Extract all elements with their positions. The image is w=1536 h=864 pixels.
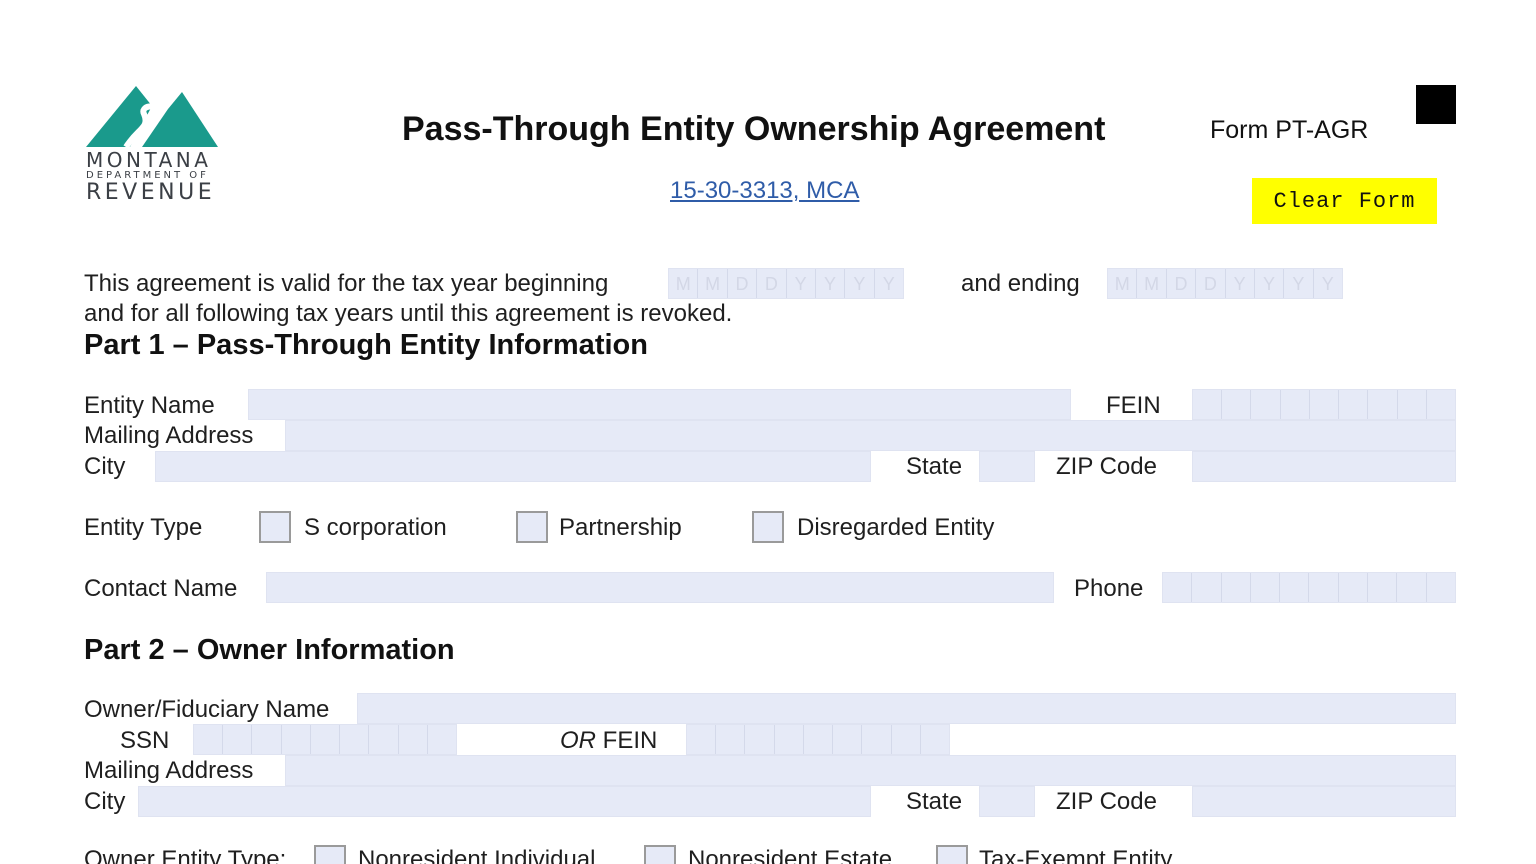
owner-mailing-address-input[interactable] [285, 755, 1456, 786]
and-ending-label: and ending [961, 270, 1080, 297]
owner-fein-text: FEIN [602, 727, 658, 754]
owner-city-input[interactable] [138, 786, 871, 817]
part2-heading: Part 2 – Owner Information [84, 634, 455, 666]
mountain-logo-icon [86, 86, 218, 149]
validity-text-line2: and for all following tax years until th… [84, 300, 733, 327]
tax-year-begin-date-field[interactable]: MMDDYYYY [668, 268, 904, 299]
phone-label: Phone [1074, 575, 1144, 602]
contact-name-input[interactable] [266, 572, 1054, 603]
partnership-label: Partnership [559, 514, 682, 541]
entity-city-label: City [84, 453, 126, 480]
phone-input[interactable] [1162, 572, 1456, 603]
tax-exempt-entity-label: Tax-Exempt Entity [979, 846, 1173, 864]
entity-city-input[interactable] [155, 451, 871, 482]
s-corporation-checkbox[interactable] [259, 511, 291, 543]
entity-state-label: State [906, 453, 963, 480]
partnership-checkbox[interactable] [516, 511, 548, 543]
montana-dor-logo: MONTANA DEPARTMENT OF REVENUE [84, 84, 224, 208]
owner-zip-label: ZIP Code [1056, 788, 1157, 815]
part1-heading: Part 1 – Pass-Through Entity Information [84, 329, 648, 361]
entity-name-label: Entity Name [84, 392, 215, 419]
entity-zip-input[interactable] [1192, 451, 1456, 482]
tax-exempt-entity-checkbox[interactable] [936, 845, 968, 864]
disregarded-entity-label: Disregarded Entity [797, 514, 995, 541]
owner-city-label: City [84, 788, 126, 815]
owner-state-label: State [906, 788, 963, 815]
owner-zip-input[interactable] [1192, 786, 1456, 817]
owner-entity-type-label: Owner Entity Type: [84, 846, 287, 864]
disregarded-entity-checkbox[interactable] [752, 511, 784, 543]
entity-fein-label: FEIN [1106, 392, 1161, 419]
corner-marker [1416, 85, 1456, 124]
owner-mailing-address-label: Mailing Address [84, 757, 254, 784]
clear-form-button[interactable]: Clear Form [1252, 178, 1437, 224]
entity-zip-label: ZIP Code [1056, 453, 1157, 480]
owner-name-input[interactable] [357, 693, 1456, 724]
entity-fein-input[interactable] [1192, 389, 1456, 420]
tax-year-end-date-field[interactable]: MMDDYYYY [1107, 268, 1343, 299]
logo-line-montana: MONTANA [86, 148, 212, 172]
statute-link[interactable]: 15-30-3313, MCA [670, 177, 859, 205]
owner-name-label: Owner/Fiduciary Name [84, 696, 330, 723]
contact-name-label: Contact Name [84, 575, 238, 602]
nonresident-estate-label: Nonresident Estate [688, 846, 893, 864]
entity-mailing-address-input[interactable] [285, 420, 1456, 451]
form-id: Form PT-AGR [1210, 116, 1369, 144]
ssn-label: SSN [120, 727, 170, 754]
or-fein-label: OR FEIN [560, 727, 657, 755]
ssn-input[interactable] [193, 724, 457, 755]
entity-name-input[interactable] [248, 389, 1071, 420]
nonresident-estate-checkbox[interactable] [644, 845, 676, 864]
entity-type-label: Entity Type [84, 514, 203, 541]
nonresident-individual-checkbox[interactable] [314, 845, 346, 864]
validity-text-line1: This agreement is valid for the tax year… [84, 270, 609, 297]
logo-line-revenue: REVENUE [86, 180, 216, 205]
owner-state-input[interactable] [979, 786, 1035, 817]
or-text: OR [560, 727, 596, 754]
entity-mailing-address-label: Mailing Address [84, 422, 254, 449]
entity-state-input[interactable] [979, 451, 1035, 482]
nonresident-individual-label: Nonresident Individual [358, 846, 596, 864]
form-title: Pass-Through Entity Ownership Agreement [402, 110, 1106, 148]
owner-fein-input[interactable] [686, 724, 950, 755]
s-corporation-label: S corporation [304, 514, 447, 541]
